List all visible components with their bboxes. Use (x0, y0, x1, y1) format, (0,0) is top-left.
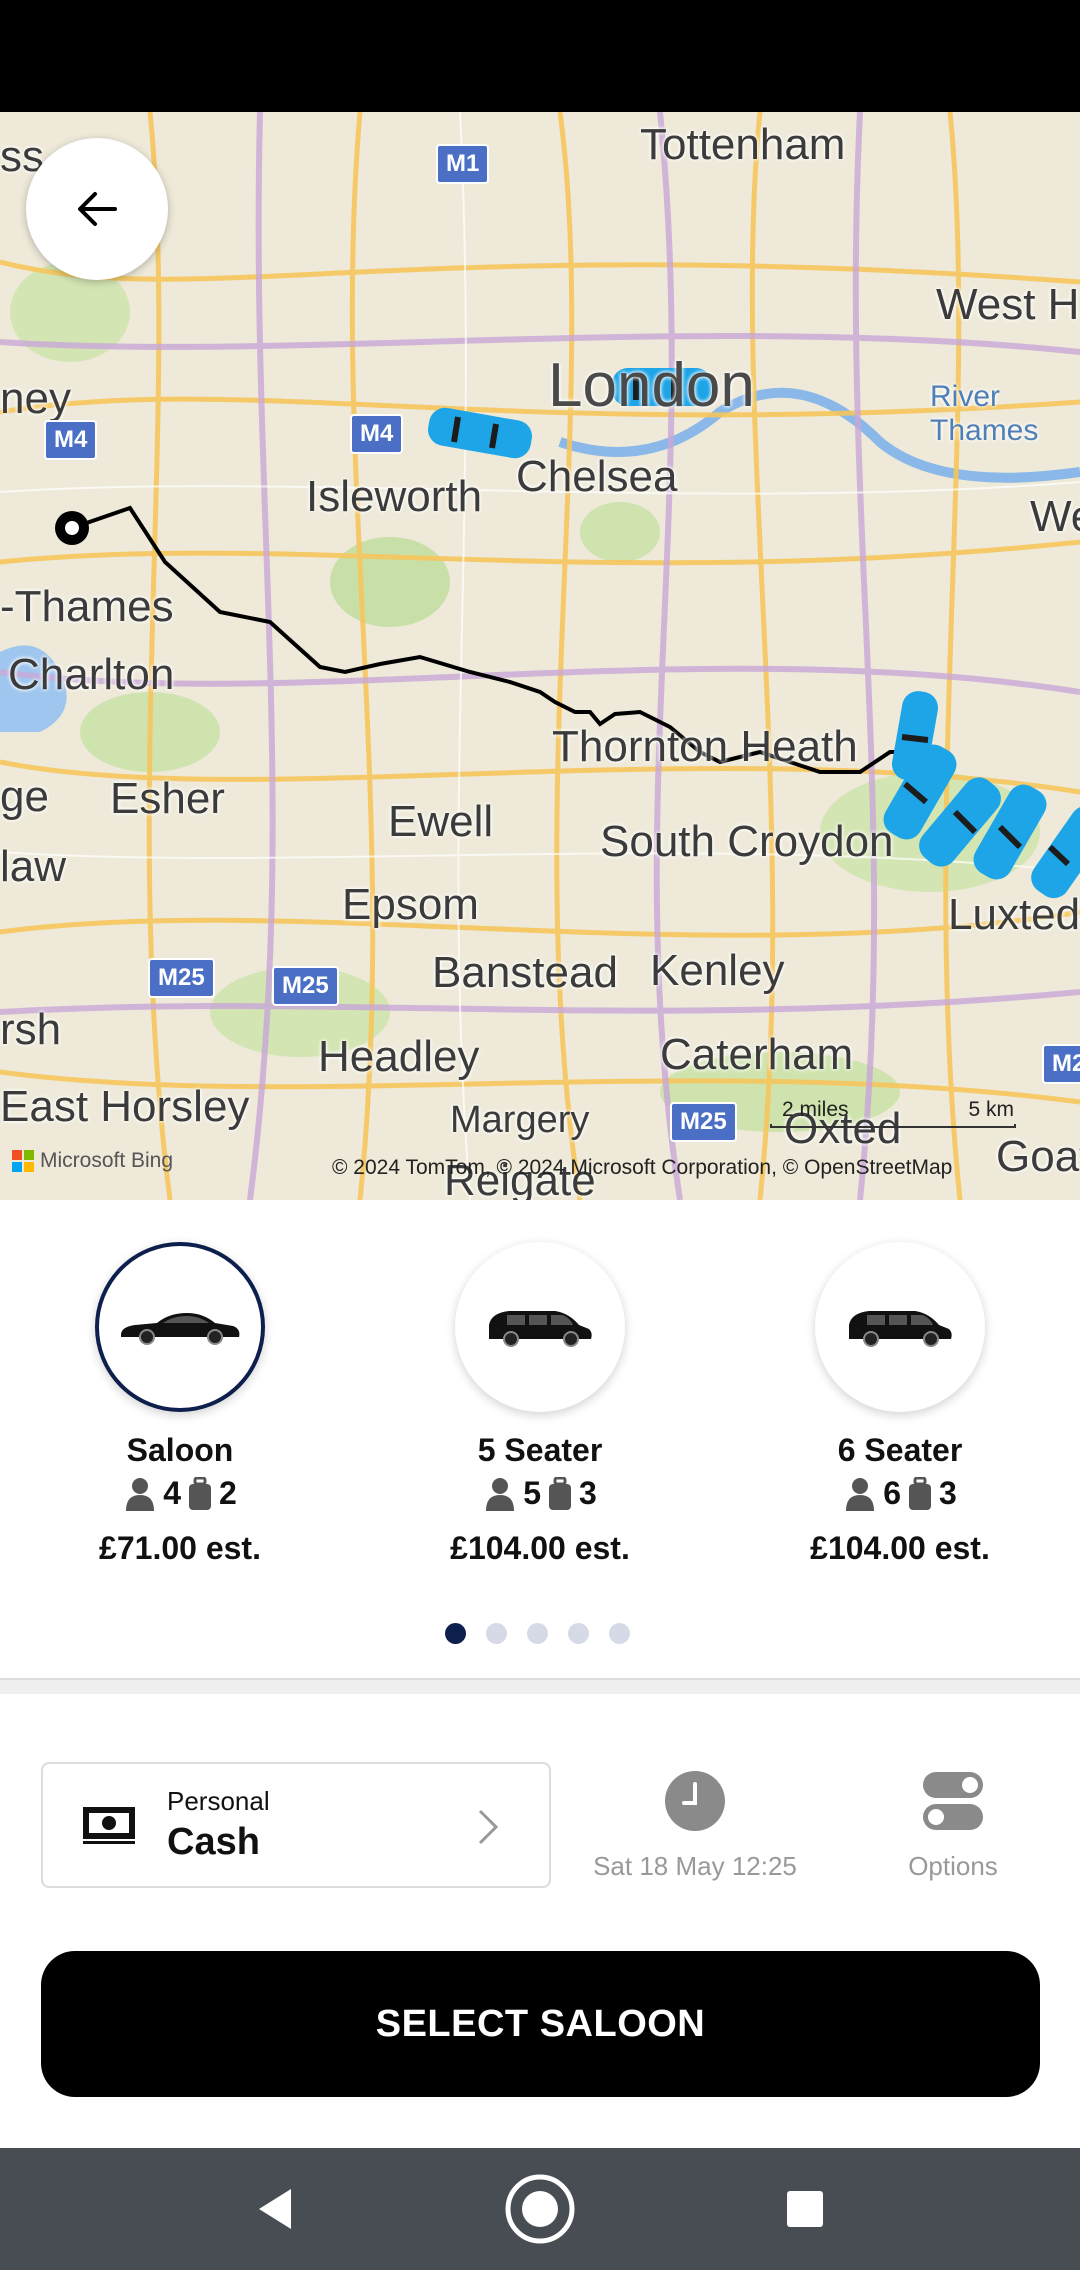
select-vehicle-button[interactable]: SELECT SALOON (41, 1951, 1040, 2097)
vehicle-name: Saloon (126, 1432, 234, 1468)
vehicle-image-circle[interactable] (95, 1242, 265, 1412)
options-label: Options (908, 1851, 998, 1881)
pagination-dot[interactable] (486, 1623, 507, 1644)
map-label-thames: -Thames (0, 582, 174, 631)
nav-recents-icon[interactable] (785, 2189, 825, 2229)
luggage-count: 2 (219, 1475, 237, 1511)
map-label-goat: Goat (996, 1132, 1080, 1181)
luggage-icon (549, 1476, 571, 1510)
scale-miles: 2 miles (782, 1098, 849, 1121)
passenger-count: 6 (883, 1475, 901, 1511)
pickup-time-button[interactable]: Sat 18 May 12:25 (590, 1770, 800, 1882)
vehicle-price: £104.00 est. (810, 1530, 990, 1566)
chevron-right-icon (478, 1809, 499, 1845)
vehicle-name: 6 Seater (837, 1432, 963, 1468)
back-button[interactable] (26, 138, 168, 280)
map-label-ewell: Ewell (388, 797, 494, 846)
road-shield-m2: M2 (1042, 1044, 1080, 1084)
map-label-ge: ge (0, 772, 49, 821)
road-shield-m4: M4 (44, 420, 98, 460)
payment-method-selector[interactable]: Personal Cash (41, 1762, 551, 1888)
map-label-kenley: Kenley (650, 946, 785, 995)
map-label-west: West H (936, 280, 1080, 329)
scale-km: 5 km (968, 1098, 1014, 1121)
map-label-isleworth: Isleworth (306, 472, 483, 521)
nav-back-icon[interactable] (255, 2187, 295, 2231)
road-shield-m25: M25 (148, 958, 215, 998)
map-label-rsh: rsh (0, 1005, 62, 1054)
map-label-london: London (548, 351, 755, 420)
passenger-icon (486, 1477, 515, 1511)
passenger-count: 5 (523, 1475, 541, 1511)
passenger-icon (126, 1477, 155, 1511)
pickup-time-label: Sat 18 May 12:25 (593, 1851, 797, 1881)
mpv-car-icon (489, 1311, 592, 1347)
microsoft-logo-icon (12, 1150, 34, 1172)
vehicle-selector[interactable]: Saloon 4 2 £71.00 est. 5 Seater 5 3 £104… (0, 1200, 1080, 1680)
map-label-tottenham: Tottenham (640, 120, 846, 169)
map-label-charlton: Charlton (8, 650, 175, 699)
road-shield-m25: M25 (272, 966, 339, 1006)
map-label-epsom: Epsom (342, 880, 479, 929)
map-label-banstead: Banstead (432, 948, 618, 997)
options-button[interactable]: Options (888, 1770, 1018, 1882)
vehicle-capacity: 6 3 (770, 1475, 1030, 1512)
mpv-car-icon (849, 1311, 952, 1347)
map-label-margery: Margery (450, 1099, 590, 1141)
payment-method: Cash (167, 1821, 260, 1863)
luggage-count: 3 (579, 1475, 597, 1511)
map-attribution[interactable]: © 2024 TomTom, © 2024 Microsoft Corporat… (332, 1156, 952, 1180)
nav-home-icon[interactable] (504, 2173, 576, 2245)
vehicle-price: £71.00 est. (99, 1530, 261, 1566)
vehicle-option-6-seater[interactable]: 6 Seater 6 3 £104.00 est. (770, 1242, 1030, 1567)
carousel-pagination (445, 1623, 630, 1644)
map-label-thornton-heath: Thornton Heath (552, 722, 858, 771)
vehicle-image-circle[interactable] (455, 1242, 625, 1412)
pagination-dot[interactable] (568, 1623, 589, 1644)
vehicle-option-5-seater[interactable]: 5 Seater 5 3 £104.00 est. (410, 1242, 670, 1567)
map-label-luxted: Luxted (948, 890, 1080, 939)
map-label-law: law (0, 842, 67, 891)
vehicle-capacity: 5 3 (410, 1475, 670, 1512)
map-label-we: We (1030, 492, 1080, 541)
pagination-dot[interactable] (609, 1623, 630, 1644)
pagination-dot[interactable] (445, 1623, 466, 1644)
passenger-count: 4 (163, 1475, 181, 1511)
pagination-dot[interactable] (527, 1623, 548, 1644)
vehicle-name: 5 Seater (477, 1432, 603, 1468)
clock-icon (665, 1771, 725, 1831)
section-divider (0, 1678, 1080, 1694)
payment-type: Personal (167, 1786, 270, 1816)
cash-icon (83, 1807, 135, 1844)
passenger-icon (846, 1477, 875, 1511)
bing-logo: Microsoft Bing (12, 1149, 173, 1173)
map-view[interactable]: Tottenham West H London River Thames We … (0, 112, 1080, 1200)
vehicle-capacity: 4 2 (50, 1475, 310, 1512)
map-label-river-thames: River Thames (930, 380, 1039, 447)
map-label-esher: Esher (110, 774, 225, 823)
vehicle-price: £104.00 est. (450, 1530, 630, 1566)
luggage-icon (909, 1476, 931, 1510)
android-nav-bar (0, 2148, 1080, 2270)
luggage-count: 3 (939, 1475, 957, 1511)
road-shield-m4: M4 (350, 414, 404, 454)
map-label-caterham: Caterham (660, 1030, 854, 1079)
status-bar (0, 0, 1080, 112)
map-label-chelsea: Chelsea (516, 452, 678, 501)
map-label-headley: Headley (318, 1032, 480, 1081)
map-label-ney: ney (0, 374, 71, 423)
road-shield-m1: M1 (436, 144, 490, 184)
map-label-east-horsley: East Horsley (0, 1082, 250, 1131)
luggage-icon (189, 1476, 211, 1510)
vehicle-image-circle[interactable] (815, 1242, 985, 1412)
map-scale: 2 miles 5 km (770, 1098, 1016, 1134)
road-shield-m25: M25 (670, 1102, 737, 1142)
arrow-left-icon (78, 192, 117, 226)
map-label-south-croydon: South Croydon (600, 817, 894, 866)
saloon-car-icon (121, 1313, 240, 1345)
vehicle-option-saloon[interactable]: Saloon 4 2 £71.00 est. (50, 1242, 310, 1567)
toggle-options-icon (923, 1772, 983, 1830)
